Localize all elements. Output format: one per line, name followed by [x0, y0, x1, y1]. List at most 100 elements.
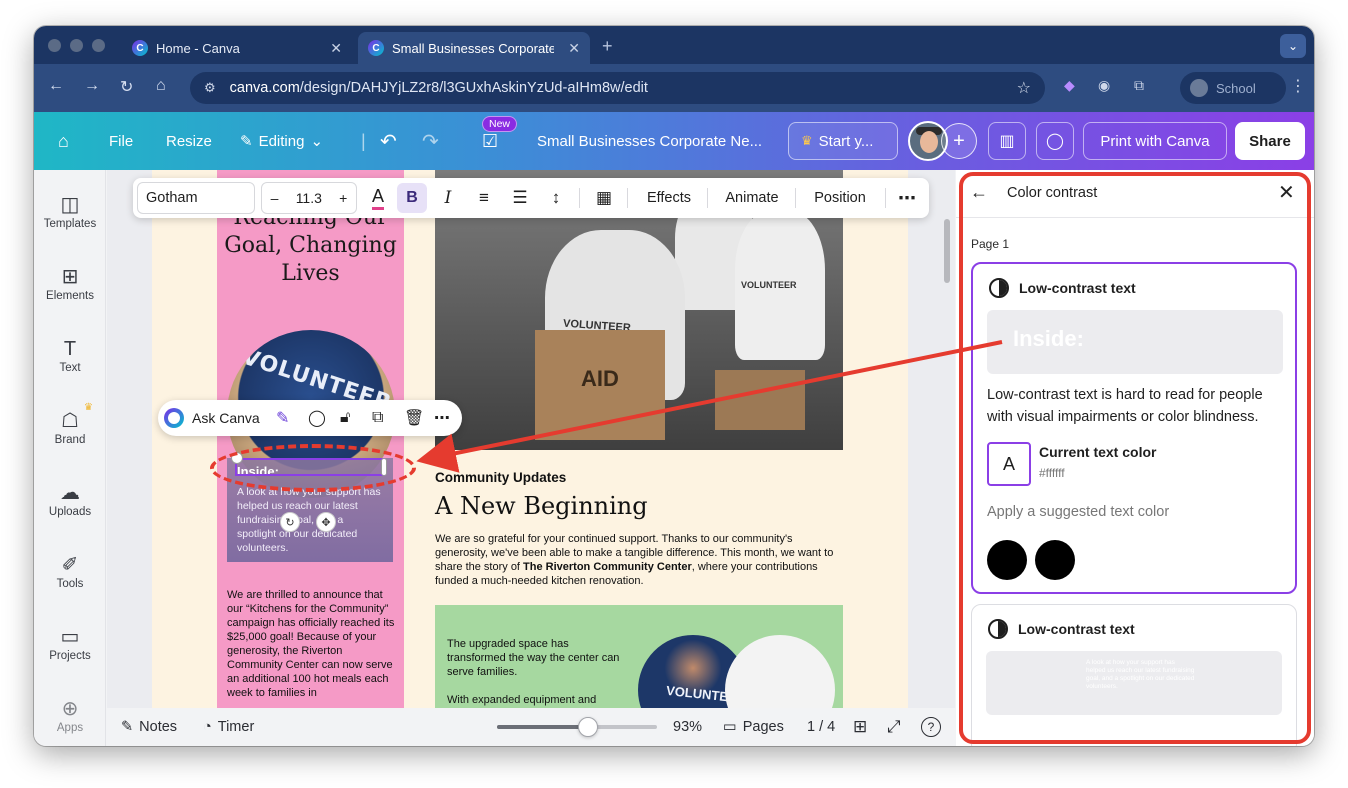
undo-icon[interactable]: ↶ [380, 112, 397, 170]
canvas-area[interactable]: Reaching Our Goal, Changing Lives VOLUNT… [107, 170, 955, 708]
decrease-size-icon[interactable]: – [271, 190, 279, 206]
reload-icon[interactable]: ↻ [120, 77, 133, 97]
pages-icon: ▭ [723, 719, 737, 735]
effects-button[interactable]: Effects [635, 178, 703, 218]
trash-icon[interactable]: 🗑︎ [404, 400, 424, 436]
green-feature-block[interactable]: The upgraded space has transformed the w… [435, 605, 843, 708]
rail-item-tools[interactable]: ✐ Tools [34, 552, 106, 590]
print-with-canva-button[interactable]: Print with Canva [1083, 122, 1227, 160]
font-size-stepper[interactable]: – 11.3 + [261, 182, 357, 214]
fullscreen-icon[interactable]: ⤢ [887, 708, 901, 746]
back-arrow-icon[interactable]: ← [48, 77, 64, 95]
font-picker[interactable]: Gotham [137, 182, 255, 214]
section-body-text[interactable]: We are so grateful for your continued su… [435, 532, 835, 588]
extension-vv-icon[interactable]: ◉ [1098, 77, 1110, 94]
grid-view-icon[interactable]: ⊞ [853, 708, 867, 746]
community-updates-label[interactable]: Community Updates [435, 470, 566, 485]
zoom-slider-knob[interactable] [578, 717, 599, 737]
animate-button[interactable]: Animate [715, 178, 789, 218]
pink-body-text[interactable]: We are thrilled to announce that our “Ki… [227, 588, 397, 700]
home-button[interactable]: ⌂ [58, 112, 69, 170]
zoom-slider[interactable] [497, 717, 657, 737]
green-text[interactable]: The upgraded space has transformed the w… [447, 637, 622, 707]
more-options-icon[interactable]: ⋯ [891, 178, 923, 218]
font-size-value[interactable]: 11.3 [296, 190, 322, 206]
address-bar: ← → ↻ ⌂ ⚙ canva.com /design/DAHJYjLZ2r8/… [34, 64, 1314, 112]
transparency-icon[interactable]: ▦ [589, 178, 619, 218]
page-count[interactable]: 1 / 4 [807, 708, 835, 746]
extensions-icon[interactable]: ⧉ [1134, 77, 1144, 94]
start-trial-button[interactable]: ♛ Start y... [788, 122, 898, 160]
rail-item-uploads[interactable]: ☁ Uploads [34, 480, 106, 518]
zoom-value[interactable]: 93% [673, 708, 702, 746]
italic-icon[interactable]: I [433, 178, 463, 218]
timer-icon: ◔ [203, 719, 212, 735]
canva-ai-logo-icon [164, 408, 184, 428]
home-icon[interactable]: ⌂ [156, 77, 166, 95]
forward-arrow-icon[interactable]: → [84, 77, 100, 95]
rail-item-apps[interactable]: ⊕ Apps [34, 696, 106, 734]
help-button[interactable]: ? [921, 708, 941, 746]
text-icon: T [63, 338, 77, 360]
comments-button[interactable]: ◯ [1036, 122, 1074, 160]
insights-button[interactable]: ▥ [988, 122, 1026, 160]
align-icon[interactable]: ≡ [469, 178, 499, 218]
add-comment-icon[interactable]: ◯ [308, 400, 326, 436]
move-handle-icon[interactable]: ✥ [316, 512, 336, 532]
share-button[interactable]: Share [1235, 122, 1305, 160]
close-tab-icon[interactable]: ✕ [568, 40, 580, 57]
design-page[interactable]: Reaching Our Goal, Changing Lives VOLUNT… [152, 170, 908, 708]
timer-button[interactable]: ◔ Timer [203, 708, 254, 746]
bar-chart-icon: ▥ [999, 133, 1015, 150]
text-color-icon[interactable]: A [363, 178, 393, 218]
window-zoom-dot[interactable] [92, 39, 105, 52]
rail-item-elements[interactable]: ⊞ Elements [34, 264, 106, 302]
new-tab-icon[interactable]: + [602, 36, 613, 57]
increase-size-icon[interactable]: + [339, 190, 347, 206]
browser-menu-icon[interactable]: ⋮ [1290, 76, 1306, 96]
redo-icon[interactable]: ↷ [422, 112, 439, 170]
canvas-scrollbar[interactable] [944, 219, 950, 283]
section-title[interactable]: A New Beginning [435, 492, 648, 520]
file-menu-button[interactable]: File [109, 112, 133, 170]
profile-chip[interactable]: School [1180, 72, 1286, 104]
annotation-ellipse [210, 444, 416, 492]
notes-button[interactable]: ✎ Notes [121, 708, 177, 746]
rail-item-projects[interactable]: ▭ Projects [34, 624, 106, 662]
url-field[interactable]: ⚙ canva.com /design/DAHJYjLZ2r8/l3GUxhAs… [190, 72, 1045, 104]
add-collaborator-button[interactable]: + [941, 123, 977, 159]
tab-bar: C Home - Canva ✕ C Small Businesses Corp… [34, 26, 1314, 64]
tab-search-chevron-icon[interactable]: ⌄ [1280, 34, 1306, 58]
green-photo-circle-2[interactable] [725, 635, 835, 708]
bold-icon[interactable]: B [397, 183, 427, 213]
rail-label: Templates [43, 218, 97, 230]
rotate-handle-icon[interactable]: ↻ [280, 512, 300, 532]
position-button[interactable]: Position [803, 178, 877, 218]
tab-home-canva[interactable]: C Home - Canva ✕ [122, 32, 352, 64]
resize-button[interactable]: Resize [166, 112, 212, 170]
tab-title: Home - Canva [156, 40, 240, 56]
pages-button[interactable]: ▭ Pages [723, 708, 784, 746]
document-title[interactable]: Small Businesses Corporate Ne... [537, 112, 762, 170]
bookmark-star-icon[interactable]: ☆ [1017, 78, 1031, 98]
close-tab-icon[interactable]: ✕ [330, 40, 342, 57]
duplicate-icon[interactable]: ⧉ [372, 400, 383, 436]
window-close-dot[interactable] [48, 39, 61, 52]
tab-current-design[interactable]: C Small Businesses Corporate N ✕ [358, 32, 590, 64]
list-icon[interactable]: ☰ [505, 178, 535, 218]
window-minimize-dot[interactable] [70, 39, 83, 52]
extension-puzzle-purple-icon[interactable]: ◆ [1064, 77, 1075, 94]
spacing-icon[interactable]: ↕ [541, 178, 571, 218]
lock-icon[interactable]: 🔓︎ [340, 400, 350, 436]
magic-edit-icon[interactable]: ✎ [276, 400, 289, 436]
ask-canva-button[interactable]: Ask Canva [192, 400, 260, 436]
more-icon[interactable]: ⋯ [434, 400, 450, 436]
rail-item-text[interactable]: T Text [34, 336, 106, 374]
home-icon: ⌂ [58, 130, 69, 151]
rail-item-templates[interactable]: ◫ Templates [34, 192, 106, 230]
site-settings-icon[interactable]: ⚙ [204, 80, 216, 96]
editing-mode-button[interactable]: ✎ Editing ⌄ [240, 112, 323, 170]
rail-item-brand[interactable]: ♛ ☖ Brand [34, 402, 106, 446]
inside-body[interactable]: A look at how your support has helped us… [237, 485, 383, 555]
green-paragraph: The upgraded space has transformed the w… [447, 638, 620, 678]
